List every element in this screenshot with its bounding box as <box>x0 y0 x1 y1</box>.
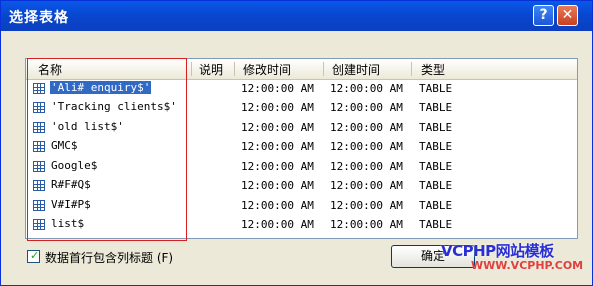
modified-time: 12:00:00 AM <box>241 121 314 134</box>
table-icon <box>33 83 45 94</box>
created-time: 12:00:00 AM <box>330 121 403 134</box>
table-row[interactable]: V#I#P$ 12:00:00 AM 12:00:00 AM TABLE <box>26 197 577 216</box>
select-table-dialog: 选择表格 ? ✕ 名称 说明 修改时间 创建时间 类型 'Ali# enquir… <box>0 0 593 286</box>
modified-time: 12:00:00 AM <box>241 101 314 114</box>
column-header-description[interactable]: 说明 <box>199 61 223 78</box>
table-row[interactable]: Google$ 12:00:00 AM 12:00:00 AM TABLE <box>26 158 577 177</box>
help-icon: ? <box>539 7 548 23</box>
created-time: 12:00:00 AM <box>330 82 403 95</box>
modified-time: 12:00:00 AM <box>241 218 314 231</box>
table-icon <box>33 122 45 133</box>
column-divider[interactable] <box>191 62 192 76</box>
header-row-checkbox[interactable]: ✓ <box>27 249 40 263</box>
table-name: V#I#P$ <box>51 198 91 211</box>
column-header-created[interactable]: 创建时间 <box>332 61 380 78</box>
table-name: 'Tracking clients$' <box>51 100 177 113</box>
column-header-modified[interactable]: 修改时间 <box>243 61 291 78</box>
column-divider[interactable] <box>234 62 235 76</box>
table-name: 'Ali# enquiry$' <box>50 81 152 94</box>
table-icon <box>33 200 45 211</box>
table-row[interactable]: list$ 12:00:00 AM 12:00:00 AM TABLE <box>26 216 577 235</box>
table-row[interactable]: 'Tracking clients$' 12:00:00 AM 12:00:00… <box>26 99 577 118</box>
close-icon: ✕ <box>561 7 574 23</box>
created-time: 12:00:00 AM <box>330 179 403 192</box>
table-type: TABLE <box>419 82 453 95</box>
table-row[interactable]: 'Ali# enquiry$' 12:00:00 AM 12:00:00 AM … <box>26 80 577 99</box>
table-icon <box>33 180 45 191</box>
created-time: 12:00:00 AM <box>330 199 403 212</box>
watermark-url: WWW.VCPHP.COM <box>471 259 584 272</box>
table-name: R#F#Q$ <box>51 178 91 191</box>
column-header-name[interactable]: 名称 <box>38 61 62 78</box>
created-time: 12:00:00 AM <box>330 218 403 231</box>
help-button[interactable]: ? <box>533 5 554 26</box>
modified-time: 12:00:00 AM <box>241 140 314 153</box>
column-divider[interactable] <box>411 62 412 76</box>
table-name: list$ <box>51 217 85 230</box>
header-row-checkbox-label[interactable]: 数据首行包含列标题 (F) <box>45 249 173 266</box>
modified-time: 12:00:00 AM <box>241 82 314 95</box>
table-type: TABLE <box>419 179 453 192</box>
column-header-type[interactable]: 类型 <box>421 61 445 78</box>
table-icon <box>33 141 45 152</box>
modified-time: 12:00:00 AM <box>241 199 314 212</box>
checkmark-icon: ✓ <box>30 249 40 262</box>
title-bar[interactable]: 选择表格 ? ✕ <box>1 1 592 31</box>
created-time: 12:00:00 AM <box>330 160 403 173</box>
table-row[interactable]: GMC$ 12:00:00 AM 12:00:00 AM TABLE <box>26 138 577 157</box>
table-row[interactable]: R#F#Q$ 12:00:00 AM 12:00:00 AM TABLE <box>26 177 577 196</box>
table-name: 'old list$' <box>51 120 124 133</box>
table-type: TABLE <box>419 121 453 134</box>
close-button[interactable]: ✕ <box>557 5 578 26</box>
table-list[interactable]: 名称 说明 修改时间 创建时间 类型 'Ali# enquiry$' 12:00… <box>25 58 578 239</box>
dialog-title: 选择表格 <box>9 10 69 26</box>
column-divider[interactable] <box>323 62 324 76</box>
modified-time: 12:00:00 AM <box>241 179 314 192</box>
table-type: TABLE <box>419 101 453 114</box>
table-name: GMC$ <box>51 139 78 152</box>
list-header: 名称 说明 修改时间 创建时间 类型 <box>26 59 577 80</box>
table-row[interactable]: 'old list$' 12:00:00 AM 12:00:00 AM TABL… <box>26 119 577 138</box>
table-name: Google$ <box>51 159 98 172</box>
table-icon <box>33 102 45 113</box>
table-type: TABLE <box>419 199 453 212</box>
table-type: TABLE <box>419 218 453 231</box>
table-type: TABLE <box>419 140 453 153</box>
table-type: TABLE <box>419 160 453 173</box>
modified-time: 12:00:00 AM <box>241 160 314 173</box>
watermark-title: VCPHP网站模板 <box>441 242 554 260</box>
table-icon <box>33 219 45 230</box>
created-time: 12:00:00 AM <box>330 101 403 114</box>
created-time: 12:00:00 AM <box>330 140 403 153</box>
table-icon <box>33 161 45 172</box>
